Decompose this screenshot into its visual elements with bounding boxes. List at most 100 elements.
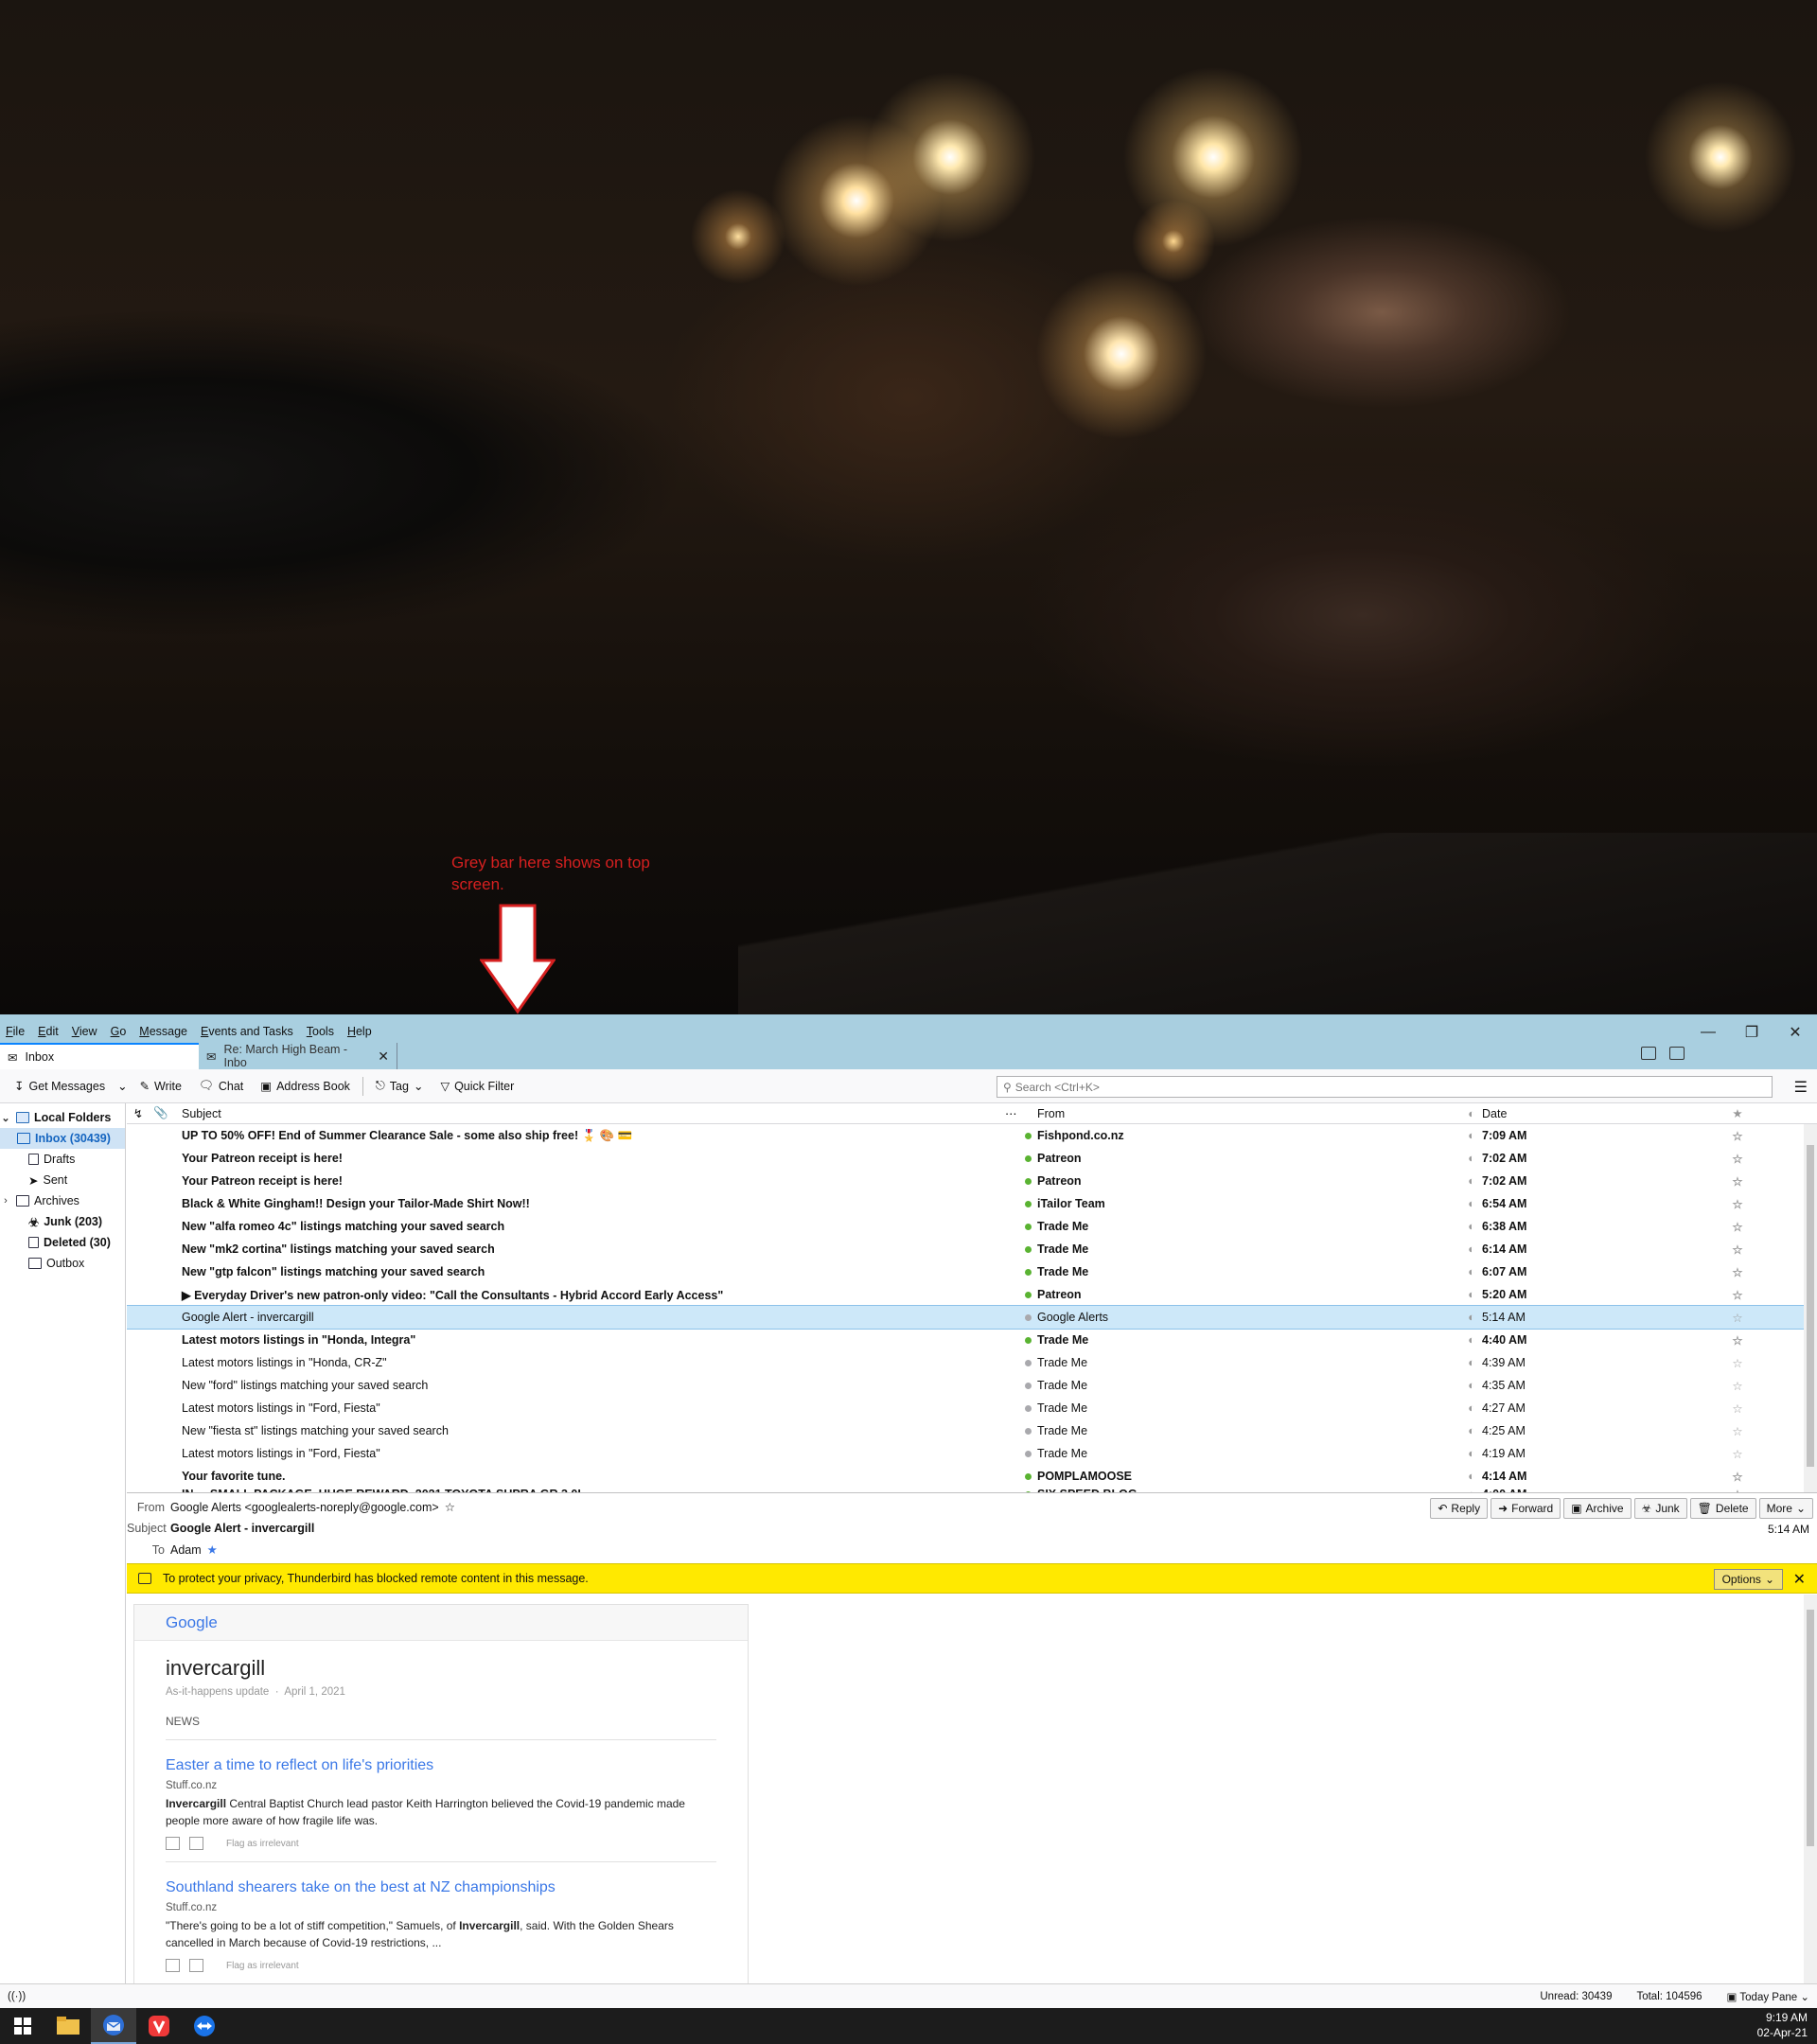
read-status-toggle[interactable] (1018, 1356, 1037, 1369)
junk-status-icon[interactable]: ◐ (1461, 1333, 1482, 1347)
column-subject[interactable]: Subject (172, 1107, 1005, 1120)
taskbar-thunderbird[interactable] (91, 2008, 136, 2044)
table-row[interactable]: Black & White Gingham!! Design your Tail… (127, 1192, 1817, 1215)
restore-icon[interactable]: ❐ (1730, 1014, 1773, 1050)
junk-status-icon[interactable]: ◐ (1461, 1401, 1482, 1415)
menu-edit[interactable]: Edit (38, 1025, 59, 1038)
delete-button[interactable]: 🗑 Delete (1689, 1498, 1756, 1519)
write-button[interactable]: ✎ Write (133, 1076, 188, 1096)
junk-status-icon[interactable]: ◐ (1461, 1197, 1482, 1210)
junk-status-icon[interactable]: ◐ (1461, 1220, 1482, 1233)
read-status-toggle[interactable] (1018, 1242, 1037, 1256)
forward-button[interactable]: ➜ Forward (1491, 1498, 1561, 1519)
star-outline-icon[interactable]: ☆ (1728, 1470, 1747, 1484)
table-row[interactable]: Your favorite tune. POMPLAMOOSE ◐ 4:14 AM ☆ (127, 1465, 1817, 1488)
read-status-toggle[interactable] (1018, 1129, 1037, 1142)
menu-events-and-tasks[interactable]: Events and Tasks (201, 1025, 293, 1038)
table-row[interactable]: Latest motors listings in "Honda, Integr… (127, 1329, 1817, 1351)
folder-archives[interactable]: › Archives (0, 1190, 125, 1211)
hamburger-menu-icon[interactable]: ☰ (1794, 1078, 1808, 1097)
today-pane-button[interactable]: ▣ Today Pane ⌄ (1727, 1990, 1809, 2003)
more-button[interactable]: More ⌄ (1758, 1498, 1813, 1519)
star-outline-icon[interactable]: ☆ (1728, 1197, 1747, 1211)
scroll-thumb[interactable] (1807, 1145, 1814, 1467)
junk-status-icon[interactable]: ◐ (1461, 1265, 1482, 1278)
junk-status-icon[interactable]: ◐ (1461, 1470, 1482, 1483)
junk-status-icon[interactable]: ◐ (1461, 1424, 1482, 1437)
column-from[interactable]: From (1037, 1107, 1461, 1120)
close-notice-icon[interactable]: ✕ (1793, 1570, 1806, 1589)
menu-message[interactable]: Message (139, 1025, 187, 1038)
table-row[interactable]: Your Patreon receipt is here! Patreon ◐ 7:0… (127, 1147, 1817, 1170)
from-address[interactable]: Google Alerts <googlealerts-noreply@goog… (170, 1501, 439, 1514)
read-status-toggle[interactable] (1018, 1470, 1037, 1483)
taskbar-teamviewer[interactable] (182, 2008, 227, 2044)
star-outline-icon[interactable]: ☆ (1728, 1288, 1747, 1302)
star-outline-icon[interactable]: ☆ (1728, 1129, 1747, 1143)
star-outline-icon[interactable]: ☆ (1728, 1333, 1747, 1348)
read-status-toggle[interactable] (1018, 1488, 1037, 1492)
star-outline-icon[interactable]: ☆ (1728, 1311, 1747, 1325)
menu-file[interactable]: File (6, 1025, 25, 1038)
taskbar-vivaldi[interactable] (136, 2008, 182, 2044)
table-row[interactable]: Your Patreon receipt is here! Patreon ◐ 7:0… (127, 1170, 1817, 1192)
minimize-icon[interactable]: — (1686, 1014, 1730, 1050)
table-row[interactable]: New "mk2 cortina" listings matching your… (127, 1238, 1817, 1260)
read-status-toggle[interactable] (1018, 1265, 1037, 1278)
search-box[interactable]: ⚲ (997, 1076, 1773, 1098)
junk-status-icon[interactable]: ◐ (1461, 1242, 1482, 1256)
table-row[interactable]: Google Alert - invercargill Google Alerts… (127, 1305, 1817, 1330)
taskbar-file-explorer[interactable] (45, 2008, 91, 2044)
table-row[interactable]: UP TO 50% OFF! End of Summer Clearance S… (127, 1124, 1817, 1147)
star-outline-icon[interactable]: ☆ (1728, 1242, 1747, 1257)
table-row[interactable]: New "alfa romeo 4c" listings matching yo… (127, 1215, 1817, 1238)
read-status-toggle[interactable] (1018, 1220, 1037, 1233)
star-outline-icon[interactable]: ☆ (1728, 1488, 1747, 1493)
get-messages-dropdown[interactable]: ⌄ (115, 1076, 129, 1096)
star-outline-icon[interactable]: ☆ (1728, 1220, 1747, 1234)
search-input[interactable] (1014, 1080, 1772, 1094)
column-date[interactable]: Date (1482, 1107, 1728, 1120)
address-book-button[interactable]: ▣ Address Book (254, 1076, 357, 1096)
junk-status-icon[interactable]: ◐ (1461, 1488, 1482, 1492)
share-icon[interactable] (166, 1959, 180, 1972)
get-messages-button[interactable]: ↧ Get Messages (8, 1076, 112, 1096)
junk-status-icon[interactable]: ◐ (1461, 1174, 1482, 1188)
table-row[interactable]: Latest motors listings in "Honda, CR-Z" T… (127, 1351, 1817, 1374)
close-tab-icon[interactable]: ✕ (378, 1048, 389, 1065)
read-status-toggle[interactable] (1018, 1401, 1037, 1415)
menu-go[interactable]: Go (111, 1025, 127, 1038)
junk-status-icon[interactable]: ◐ (1461, 1447, 1482, 1460)
read-status-toggle[interactable] (1018, 1152, 1037, 1165)
share-icon[interactable] (166, 1837, 180, 1850)
star-outline-icon[interactable]: ☆ (1728, 1424, 1747, 1438)
tag-button[interactable]: ⎋ Tag ⌄ (369, 1076, 431, 1096)
folder-junk[interactable]: ☣ Junk (203) (0, 1211, 125, 1232)
read-status-toggle[interactable] (1018, 1333, 1037, 1347)
star-outline-icon[interactable]: ☆ (1728, 1379, 1747, 1393)
read-status-toggle[interactable] (1018, 1424, 1037, 1437)
table-row[interactable]: Latest motors listings in "Ford, Fiesta"… (127, 1442, 1817, 1465)
archive-button[interactable]: ▣ Archive (1563, 1498, 1632, 1519)
google-brand[interactable]: Google (134, 1605, 748, 1641)
junk-status-icon[interactable]: ◐ (1461, 1379, 1482, 1392)
calendar-icon[interactable] (1641, 1047, 1656, 1060)
table-row[interactable]: New "ford" listings matching your saved … (127, 1374, 1817, 1397)
folder-drafts[interactable]: Drafts (0, 1149, 125, 1170)
star-outline-icon[interactable]: ☆ (1728, 1447, 1747, 1461)
connection-icon[interactable]: ((·)) (8, 1991, 26, 2002)
star-outline-icon[interactable]: ☆ (1728, 1174, 1747, 1189)
table-row[interactable]: New "gtp falcon" listings matching your … (127, 1260, 1817, 1283)
star-outline-icon[interactable]: ☆ (445, 1500, 455, 1514)
star-column-icon[interactable]: ★ (1728, 1106, 1747, 1120)
tasks-icon[interactable] (1669, 1047, 1685, 1060)
junk-status-icon[interactable]: ◐ (1461, 1311, 1482, 1324)
close-window-icon[interactable]: ✕ (1773, 1014, 1817, 1050)
junk-status-icon[interactable]: ◐ (1461, 1129, 1482, 1142)
junk-status-icon[interactable]: ◐ (1461, 1356, 1482, 1369)
article-title-link[interactable]: Southland shearers take on the best at N… (166, 1879, 716, 1896)
share-icon[interactable] (189, 1959, 203, 1972)
attachment-column-icon[interactable]: 📎 (150, 1106, 172, 1120)
table-row[interactable]: IN ... SMALL PACKAGE, HUGE REWARD, 2021 … (127, 1488, 1817, 1493)
read-status-toggle[interactable] (1018, 1379, 1037, 1392)
